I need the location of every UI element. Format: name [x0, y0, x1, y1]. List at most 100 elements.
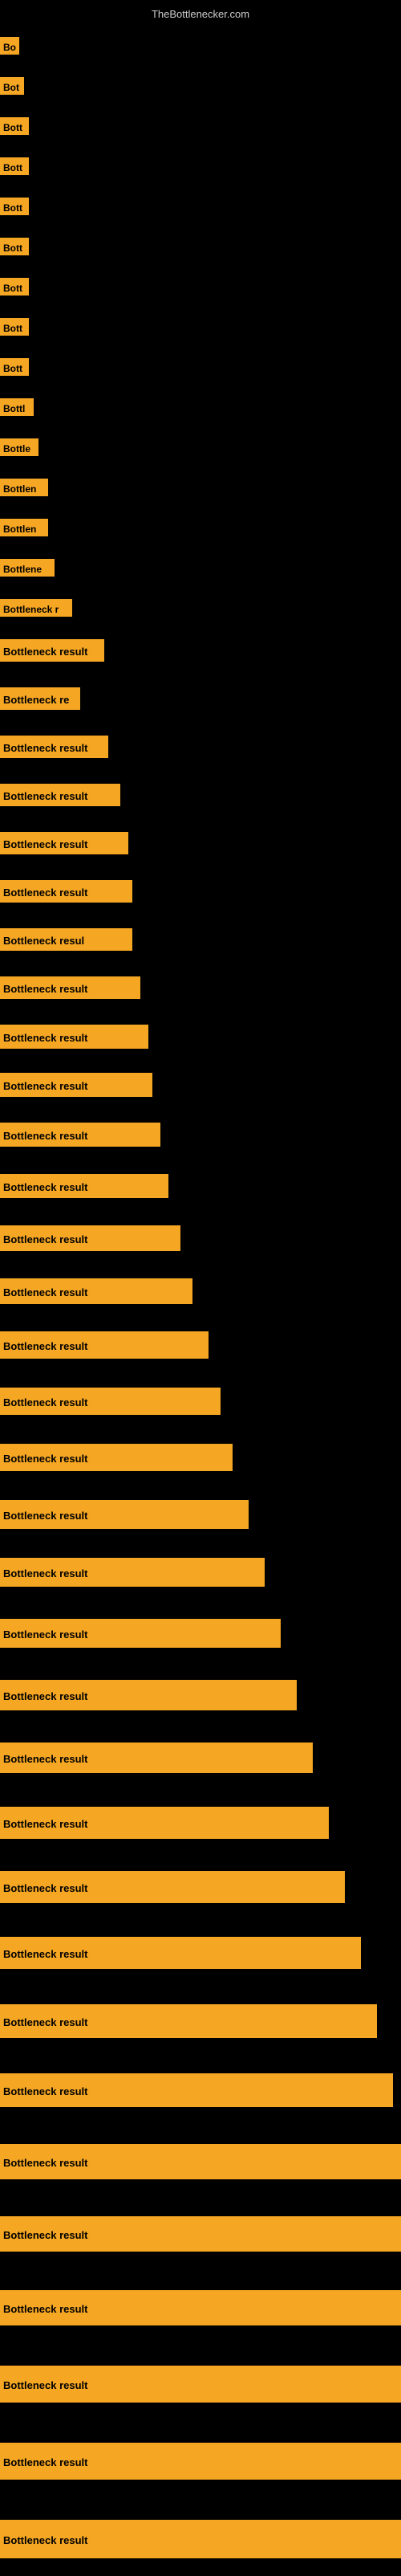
chart-container: Bo Bot Bott Bott Bott Bott Bott Bott Bott Bottl Bo… [0, 22, 401, 2576]
bar-item-23: Bottleneck result [0, 976, 140, 999]
bar-item-10: Bottl [0, 398, 34, 416]
site-title: TheBottlenecker.com [0, 3, 401, 25]
bar-extension-32 [104, 1444, 233, 1471]
bar-label-42: Bottleneck result [0, 2073, 104, 2107]
bar-label-13: Bottlen [0, 519, 48, 536]
bar-extension-36 [104, 1680, 297, 1710]
bar-extension-22 [100, 928, 132, 951]
bar-label-9: Bott [0, 358, 29, 376]
bar-item-18: Bottleneck result [0, 736, 108, 758]
bar-extension-39 [104, 1871, 345, 1903]
bar-item-31: Bottleneck result [0, 1388, 221, 1415]
bar-label-14: Bottlene [0, 559, 55, 577]
bar-item-9: Bott [0, 358, 29, 376]
bar-item-2: Bot [0, 77, 24, 95]
bar-extension-37 [104, 1742, 313, 1773]
bar-extension-26 [104, 1123, 160, 1147]
bar-label-34: Bottleneck result [0, 1558, 104, 1587]
bar-label-38: Bottleneck result [0, 1807, 104, 1839]
bar-item-24: Bottleneck result [0, 1025, 148, 1049]
bar-label-11: Bottle [0, 438, 38, 456]
bar-item-28: Bottleneck result [0, 1225, 180, 1251]
bar-item-5: Bott [0, 198, 29, 215]
bar-label-24: Bottleneck result [0, 1025, 104, 1049]
bar-item-43: Bottleneck result [0, 2144, 401, 2179]
bar-item-17: Bottleneck re [0, 687, 80, 710]
bar-label-44: Bottleneck result [0, 2216, 104, 2252]
bar-label-26: Bottleneck result [0, 1123, 104, 1147]
bar-item-47: Bottleneck result [0, 2443, 401, 2480]
bar-item-44: Bottleneck result [0, 2216, 401, 2252]
bar-item-37: Bottleneck result [0, 1742, 313, 1773]
bar-item-22: Bottleneck resul [0, 928, 132, 951]
bar-item-25: Bottleneck result [0, 1073, 152, 1097]
bar-label-36: Bottleneck result [0, 1680, 104, 1710]
bar-label-22: Bottleneck resul [0, 928, 100, 951]
bar-label-17: Bottleneck re [0, 687, 80, 710]
bar-extension-31 [104, 1388, 221, 1415]
bar-label-20: Bottleneck result [0, 832, 104, 854]
bar-label-12: Bottlen [0, 479, 48, 496]
bar-label-27: Bottleneck result [0, 1174, 104, 1198]
bar-label-32: Bottleneck result [0, 1444, 104, 1471]
bar-label-45: Bottleneck result [0, 2290, 104, 2325]
bar-item-26: Bottleneck result [0, 1123, 160, 1147]
bar-label-4: Bott [0, 157, 29, 175]
bar-extension-30 [104, 1331, 209, 1359]
bar-extension-28 [104, 1225, 180, 1251]
bar-label-19: Bottleneck result [0, 784, 104, 806]
bar-item-1: Bo [0, 37, 19, 55]
bar-item-46: Bottleneck result [0, 2366, 401, 2403]
bar-item-45: Bottleneck result [0, 2290, 401, 2325]
bar-item-14: Bottlene [0, 559, 55, 577]
bar-label-43: Bottleneck result [0, 2144, 104, 2179]
bar-item-39: Bottleneck result [0, 1871, 345, 1903]
bar-item-6: Bott [0, 238, 29, 255]
bar-extension-19 [104, 784, 120, 806]
bar-extension-46 [104, 2366, 401, 2403]
bar-label-46: Bottleneck result [0, 2366, 104, 2403]
bar-item-32: Bottleneck result [0, 1444, 233, 1471]
bar-label-16: Bottleneck result [0, 639, 104, 662]
bar-label-1: Bo [0, 37, 19, 55]
bar-item-3: Bott [0, 117, 29, 135]
bar-label-21: Bottleneck result [0, 880, 104, 903]
bar-extension-20 [104, 832, 128, 854]
bar-extension-48 [104, 2520, 401, 2558]
bar-label-33: Bottleneck result [0, 1500, 104, 1529]
bar-label-37: Bottleneck result [0, 1742, 104, 1773]
bar-extension-40 [104, 1937, 361, 1969]
bar-item-11: Bottle [0, 438, 38, 456]
bar-label-41: Bottleneck result [0, 2004, 104, 2038]
bar-item-34: Bottleneck result [0, 1558, 265, 1587]
bar-extension-35 [104, 1619, 281, 1648]
bar-label-7: Bott [0, 278, 29, 296]
bar-item-21: Bottleneck result [0, 880, 132, 903]
bar-item-7: Bott [0, 278, 29, 296]
bar-label-48: Bottleneck result [0, 2520, 104, 2558]
bar-label-39: Bottleneck result [0, 1871, 104, 1903]
bar-label-35: Bottleneck result [0, 1619, 104, 1648]
bar-extension-44 [104, 2216, 401, 2252]
bar-item-13: Bottlen [0, 519, 48, 536]
bar-extension-33 [104, 1500, 249, 1529]
bar-label-8: Bott [0, 318, 29, 336]
bar-item-20: Bottleneck result [0, 832, 128, 854]
bar-extension-23 [104, 976, 140, 999]
bar-item-30: Bottleneck result [0, 1331, 209, 1359]
bar-extension-47 [104, 2443, 401, 2480]
bar-extension-25 [104, 1073, 152, 1097]
bar-item-48: Bottleneck result [0, 2520, 401, 2558]
bar-extension-38 [104, 1807, 329, 1839]
bar-extension-42 [104, 2073, 393, 2107]
bar-extension-41 [104, 2004, 377, 2038]
bar-item-16: Bottleneck result [0, 639, 104, 662]
bar-item-36: Bottleneck result [0, 1680, 297, 1710]
bar-label-3: Bott [0, 117, 29, 135]
bar-item-42: Bottleneck result [0, 2073, 393, 2107]
bar-item-19: Bottleneck result [0, 784, 120, 806]
bar-label-40: Bottleneck result [0, 1937, 104, 1969]
bar-item-27: Bottleneck result [0, 1174, 168, 1198]
bar-item-12: Bottlen [0, 479, 48, 496]
bar-extension-34 [104, 1558, 265, 1587]
